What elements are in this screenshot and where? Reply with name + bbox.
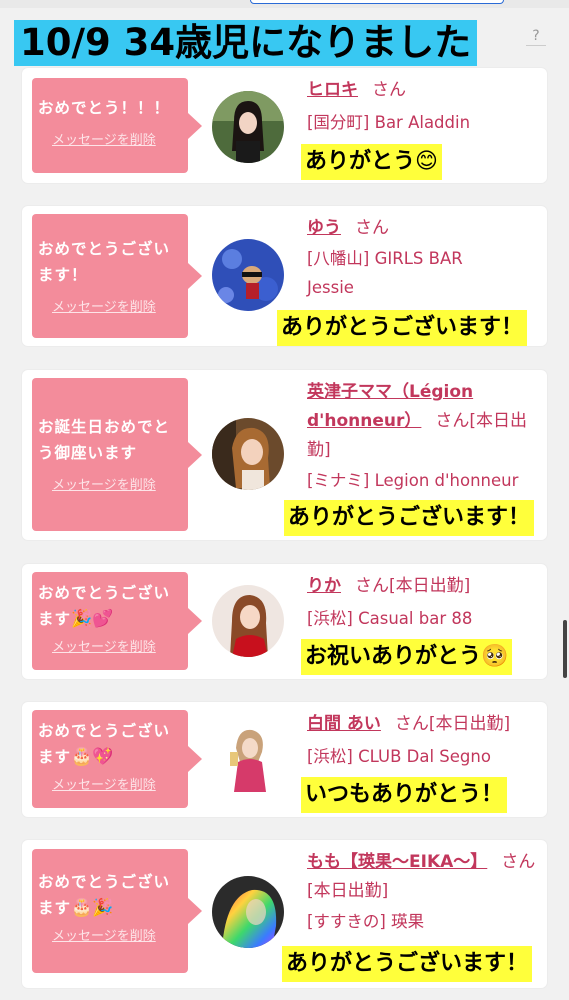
honorific: さん [394,714,429,734]
shop-info: [ミナミ] Legion d'honneur [307,471,519,490]
delete-message-link[interactable]: メッセージを削除 [52,774,182,793]
search-box-edge[interactable] [250,0,504,4]
reply-text: ありがとうございます！ [282,946,533,982]
sender-name-link[interactable]: もも【瑛果〜EIKA〜】 [307,852,487,872]
sender-line: 英津子ママ（Légion d'honneur） さん[本日出勤] [307,378,547,465]
honorific: さん [372,80,406,100]
sender-line: もも【瑛果〜EIKA〜】 さん [本日出勤] [307,848,547,906]
shop-info: [八幡山] GIRLS BAR Jessie [307,249,463,297]
page-title: 10/9 34歳児になりました [14,20,478,66]
honorific: さん [355,218,389,238]
reply-text: ありがとう😊 [301,144,442,180]
message-text: おめでとうございます🎉💕 [38,580,182,632]
delete-message-link[interactable]: メッセージを削除 [52,925,182,944]
message-bubble: おめでとうございます！ メッセージを削除 [32,214,202,338]
message-card: おめでとう！！！ メッセージを削除 ヒロキ さん [国分町] Bar Aladdi… [22,68,547,183]
sender-name-link[interactable]: ヒロキ [307,80,358,100]
message-card: おめでとうございます！ メッセージを削除 ゆう さん [八幡山] GIRLS BA… [22,206,547,346]
message-text: おめでとうございます！ [38,240,171,284]
message-text: おめでとうございます🎂💖 [38,718,182,770]
message-text: お誕生日おめでとう御座います [38,418,171,462]
message-bubble: お誕生日おめでとう御座います メッセージを削除 [32,378,202,531]
message-card: おめでとうございます🎂🎉 メッセージを削除 もも【瑛果〜EIKA〜】 さん [本日出… [22,840,547,988]
attendance-status: [本日出勤] [428,714,511,734]
sender-line: 白間 あい さん[本日出勤] [307,710,547,739]
attendance-status: [本日出勤] [389,576,471,596]
shop-info: [国分町] Bar Aladdin [307,113,471,132]
cake-party-emoji: 🎂🎉 [71,898,114,918]
sender-line: ゆう さん [307,214,547,243]
delete-message-link[interactable]: メッセージを削除 [52,474,182,493]
message-card: おめでとうございます🎉💕 メッセージを削除 りか さん[本日出勤] [浜松] Ca… [22,564,547,679]
avatar[interactable] [212,239,284,311]
sender-line: ヒロキ さん [307,76,547,105]
shop-info: [浜松] CLUB Dal Segno [307,747,491,766]
honorific: さん [355,576,389,596]
reply-text: ありがとうございます！ [284,500,535,536]
message-text: おめでとうございます🎂🎉 [38,869,182,921]
help-icon[interactable]: ? [526,27,546,46]
delete-message-link[interactable]: メッセージを削除 [52,296,182,315]
honorific: さん [435,411,470,431]
delete-message-link[interactable]: メッセージを削除 [52,636,182,655]
avatar[interactable] [212,722,284,794]
shop-info: [すすきの] 瑛果 [307,912,425,931]
message-card: おめでとうございます🎂💖 メッセージを削除 白間 あい さん[本日出勤] [浜松]… [22,702,547,817]
party-heart-emoji: 🎉💕 [71,609,114,629]
message-bubble: おめでとう！！！ メッセージを削除 [32,78,202,173]
avatar[interactable] [212,418,284,490]
avatar[interactable] [212,876,284,948]
message-text: おめでとう！！！ [38,99,171,117]
cake-heart-emoji: 🎂💖 [71,747,114,767]
message-bubble: おめでとうございます🎂💖 メッセージを削除 [32,710,202,808]
scrollbar[interactable] [563,620,567,678]
reply-text: ありがとうございます！ [277,310,528,346]
message-card: お誕生日おめでとう御座います メッセージを削除 英津子ママ（Légion d'h… [22,370,547,540]
reply-text: いつもありがとう！ [301,777,508,813]
honorific: さん [501,852,536,872]
delete-message-link[interactable]: メッセージを削除 [52,129,182,148]
sender-name-link[interactable]: 白間 あい [307,714,381,734]
message-bubble: おめでとうございます🎂🎉 メッセージを削除 [32,849,202,973]
message-bubble: おめでとうございます🎉💕 メッセージを削除 [32,572,202,670]
attendance-status: [本日出勤] [307,881,389,901]
avatar[interactable] [212,585,284,657]
sender-name-link[interactable]: りか [307,576,341,596]
sender-name-link[interactable]: ゆう [307,218,341,238]
shop-info: [浜松] Casual bar 88 [307,609,473,628]
reply-text: お祝いありがとう🥺 [301,639,513,675]
sender-line: りか さん[本日出勤] [307,572,547,601]
avatar[interactable] [212,91,284,163]
